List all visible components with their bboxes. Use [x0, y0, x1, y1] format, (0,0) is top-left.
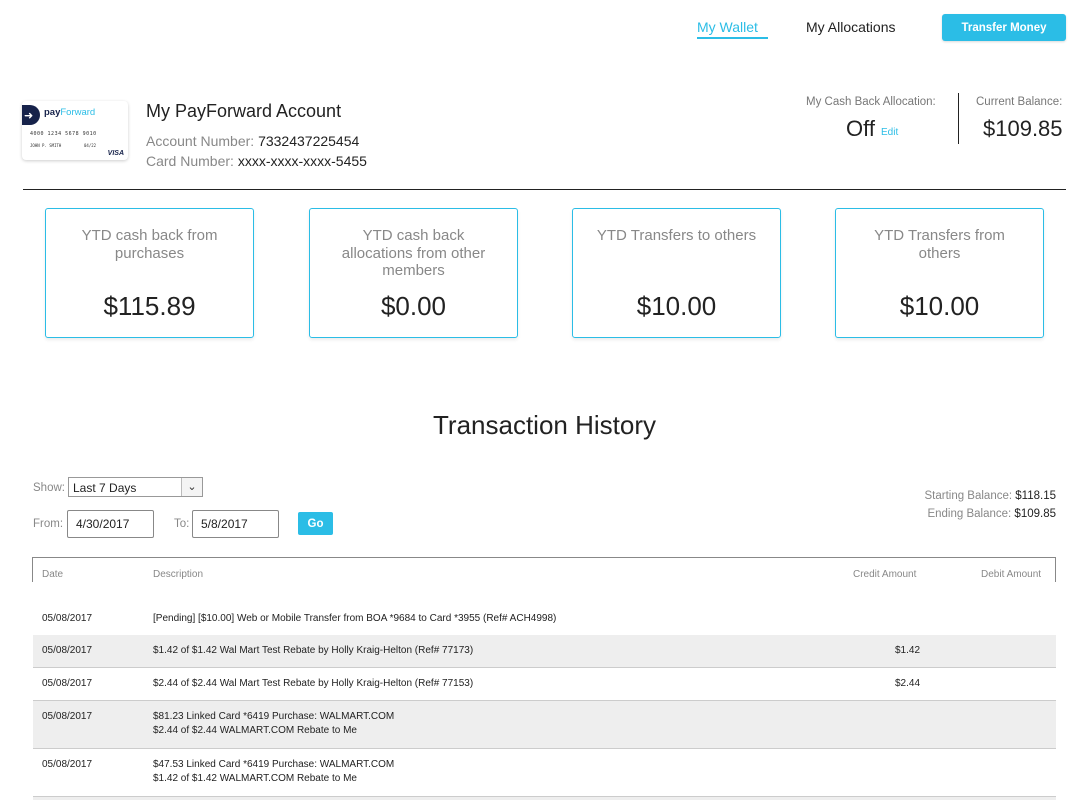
account-number-value: 7332437225454 [258, 133, 360, 149]
stat-value: $115.89 [103, 291, 196, 321]
current-balance-value: $109.85 [983, 116, 1063, 141]
table-row: 05/08/2017 $1.42 of $1.42 Wal Mart Test … [33, 635, 1056, 668]
table-row: 05/08/2017 $2.44 of $2.44 Wal Mart Test … [33, 668, 1056, 701]
cash-back-allocation-value: Off [846, 116, 875, 141]
current-balance-label: Current Balance: [976, 96, 1063, 108]
column-header-date[interactable]: Date [42, 569, 63, 580]
edit-cash-back-link[interactable]: Edit [881, 127, 898, 138]
column-header-description[interactable]: Description [153, 569, 203, 580]
visa-logo: VISA [107, 150, 124, 157]
starting-balance: Starting Balance: $118.15 [924, 490, 1056, 502]
row-date: 05/08/2017 [42, 711, 93, 722]
table-row: 05/08/2017 [Pending] [$10.00] Web or Mob… [33, 603, 1056, 636]
row-description: $1.42 of $1.42 Wal Mart Test Rebate by H… [153, 645, 474, 656]
go-button[interactable]: Go [298, 512, 333, 535]
account-title: My PayForward Account [146, 101, 342, 121]
show-period-value: Last 7 Days [73, 481, 137, 495]
row-description: [Pending] [$10.00] Web or Mobile Transfe… [153, 613, 557, 624]
account-number-label: Account Number: [146, 133, 255, 149]
active-tab-indicator [697, 37, 768, 39]
row-date: 05/08/2017 [42, 613, 93, 624]
card-brand-pay: pay [44, 107, 61, 118]
row-description-line-1: $81.23 Linked Card *6419 Purchase: WALMA… [153, 711, 395, 722]
stat-transfers-to-others: YTD Transfers to others $10.00 [572, 208, 781, 338]
stat-transfers-from-others: YTD Transfers from others $10.00 [835, 208, 1044, 338]
show-label: Show: [33, 482, 65, 494]
vertical-divider [958, 93, 959, 144]
to-label: To: [174, 518, 190, 530]
transaction-history-title: Transaction History [433, 410, 656, 440]
row-date: 05/08/2017 [42, 645, 93, 656]
table-row: 05/08/2017 $81.23 Linked Card *6419 Purc… [33, 701, 1056, 749]
nav-my-allocations[interactable]: My Allocations [806, 18, 895, 36]
card-number-value: xxxx-xxxx-xxxx-5455 [237, 153, 367, 169]
show-period-select[interactable]: Last 7 Days ⌄ [68, 477, 203, 497]
payforward-logo-icon: ➜ [22, 105, 40, 125]
chevron-down-icon[interactable]: ⌄ [181, 478, 202, 496]
stat-value: $10.00 [636, 291, 717, 321]
header-divider [23, 189, 1066, 190]
cash-back-allocation-label: My Cash Back Allocation: [806, 96, 936, 108]
stat-label: YTD Transfers from others [874, 227, 1005, 262]
row-description-line-1: $47.53 Linked Card *6419 Purchase: WALMA… [153, 759, 395, 770]
row-description-line-2: $1.42 of $1.42 WALMART.COM Rebate to Me [153, 773, 357, 784]
transfer-money-button[interactable]: Transfer Money [942, 14, 1066, 41]
ending-balance: Ending Balance: $109.85 [927, 508, 1056, 520]
to-date-input[interactable]: 5/8/2017 [192, 510, 279, 538]
ending-balance-label: Ending Balance: [927, 508, 1012, 520]
column-header-credit[interactable]: Credit Amount [853, 569, 916, 580]
stat-cash-back-allocations: YTD cash back allocations from other mem… [309, 208, 518, 338]
row-credit: $2.44 [895, 678, 921, 689]
row-date: 05/08/2017 [42, 678, 93, 689]
from-label: From: [33, 518, 64, 530]
row-date: 05/08/2017 [42, 759, 93, 770]
stat-label: YTD Transfers to others [596, 227, 757, 244]
starting-balance-value: $118.15 [1015, 490, 1056, 502]
starting-balance-label: Starting Balance: [924, 490, 1013, 502]
column-header-debit[interactable]: Debit Amount [981, 569, 1041, 580]
account-number: Account Number: 7332437225454 [146, 133, 359, 149]
row-description-line-2: $2.44 of $2.44 WALMART.COM Rebate to Me [153, 725, 357, 736]
from-date-input[interactable]: 4/30/2017 [67, 510, 154, 538]
row-credit: $1.42 [895, 645, 921, 656]
ending-balance-value: $109.85 [1014, 508, 1056, 520]
stat-cash-back-purchases: YTD cash back from purchases $115.89 [45, 208, 254, 338]
stat-label: YTD cash back allocations from other mem… [341, 227, 486, 279]
row-description: $2.44 of $2.44 Wal Mart Test Rebate by H… [153, 678, 474, 689]
card-number-label: Card Number: [146, 153, 234, 169]
stat-label: YTD cash back from purchases [81, 227, 218, 262]
stat-value: $0.00 [380, 291, 447, 321]
card-sample-name: JOHN P. SMITH [30, 143, 62, 148]
card-sample-expiry: 04/22 [84, 143, 97, 148]
nav-my-wallet[interactable]: My Wallet [697, 18, 758, 36]
card-number: Card Number: xxxx-xxxx-xxxx-5455 [146, 153, 367, 169]
payforward-card-image: ➜ payForward 4000 1234 5678 9010 JOHN P.… [22, 101, 128, 160]
card-brand-forward: Forward [60, 107, 96, 118]
card-brand: payForward [44, 107, 95, 118]
stat-value: $10.00 [899, 291, 980, 321]
table-row: 05/08/2017 $47.53 Linked Card *6419 Purc… [33, 749, 1056, 797]
card-sample-number: 4000 1234 5678 9010 [30, 131, 97, 137]
